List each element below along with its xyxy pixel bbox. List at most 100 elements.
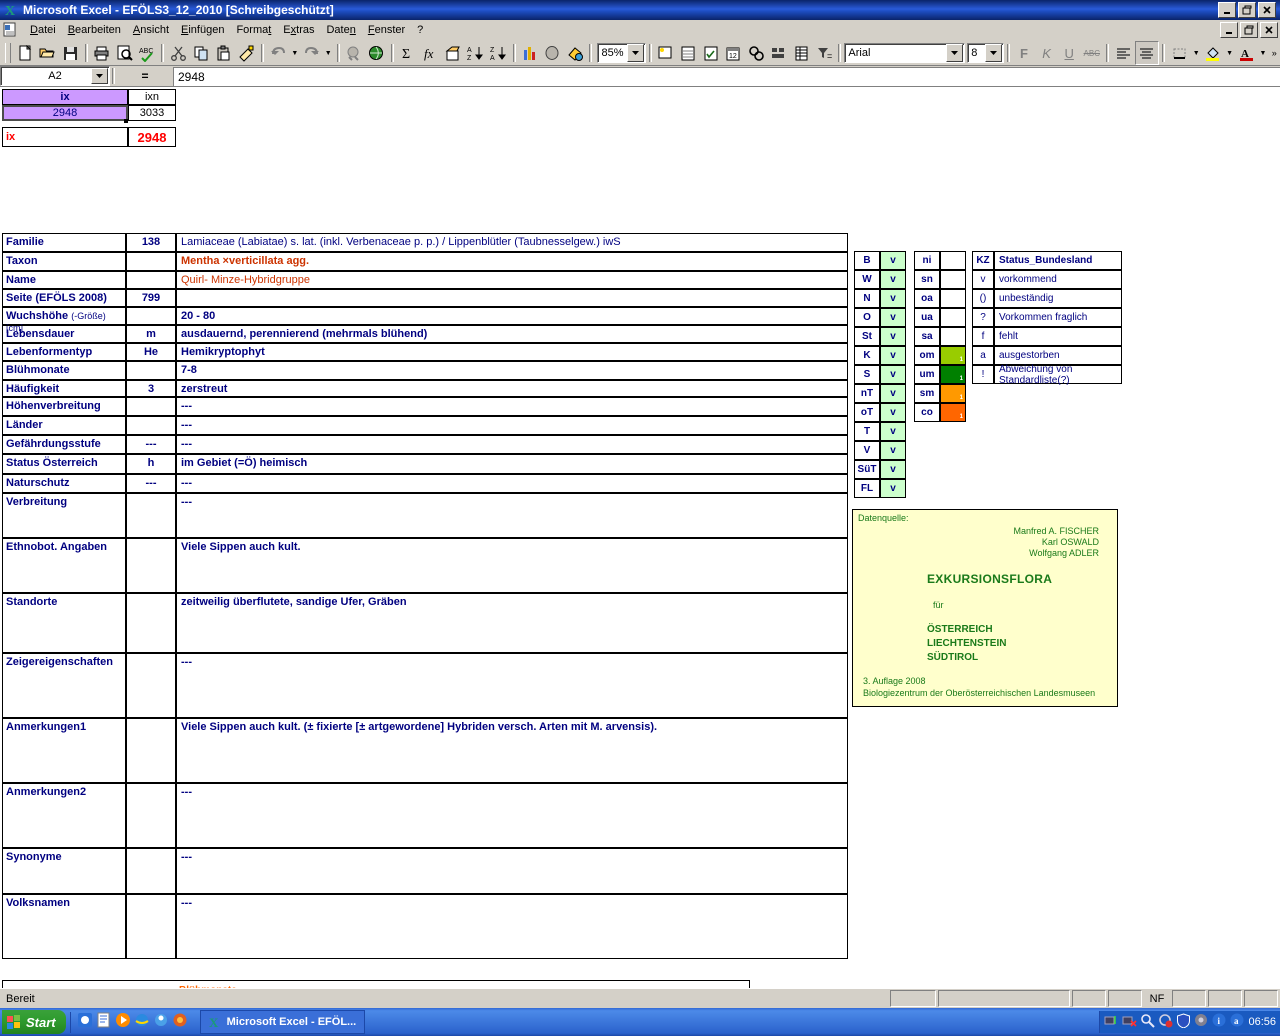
menu-item-datei[interactable]: Datei	[24, 22, 62, 38]
taskbar-task-excel[interactable]: X Microsoft Excel - EFÖL...	[199, 1010, 366, 1034]
record-value-cell[interactable]: 7-8	[176, 361, 848, 380]
hyperlink-icon[interactable]	[343, 42, 366, 64]
align-left-icon[interactable]	[1112, 42, 1135, 64]
record-value-cell[interactable]: ausdauernd, perennierend (mehrmals blühe…	[176, 325, 848, 343]
bundesland-code-cell[interactable]: St	[854, 327, 880, 346]
font-color-icon[interactable]: A	[1235, 42, 1258, 64]
update2-icon[interactable]: a	[1230, 1013, 1245, 1031]
toolbar-overflow-button[interactable]: »	[1268, 42, 1280, 64]
record-label-cell[interactable]: Naturschutz	[2, 474, 126, 493]
bundesland-code-cell[interactable]: N	[854, 289, 880, 308]
region-status-cell[interactable]: 1	[940, 384, 966, 403]
record-label-cell[interactable]: Gefährdungsstufe	[2, 435, 126, 454]
region-code-cell[interactable]: ua	[914, 308, 940, 327]
underline-icon[interactable]: U	[1058, 42, 1081, 64]
record-label-cell[interactable]: Seite (EFÖLS 2008)	[2, 289, 126, 307]
record-value-cell[interactable]: Mentha ×verticillata agg.	[176, 252, 848, 271]
search-icon[interactable]	[1140, 1013, 1156, 1031]
bundesland-status-cell[interactable]: v	[880, 441, 906, 460]
record-code-cell[interactable]: ---	[126, 474, 176, 493]
messenger-icon[interactable]	[153, 1012, 169, 1033]
menu-bar[interactable]: Datei Bearbeiten Ansicht Einfügen Format…	[0, 20, 1280, 41]
notes-icon[interactable]	[96, 1012, 112, 1033]
menu-item-bearbeiten[interactable]: Bearbeiten	[62, 22, 127, 38]
record-code-cell[interactable]	[126, 718, 176, 783]
region-code-cell[interactable]: om	[914, 346, 940, 365]
record-value-cell[interactable]: ---	[176, 493, 848, 538]
menu-item-ansicht[interactable]: Ansicht	[127, 22, 175, 38]
bundesland-code-cell[interactable]: S	[854, 365, 880, 384]
record-code-cell[interactable]	[126, 653, 176, 718]
italic-icon[interactable]: K	[1035, 42, 1058, 64]
record-value-cell[interactable]: ---	[176, 894, 848, 959]
region-status-cell[interactable]	[940, 327, 966, 346]
legend-text-cell[interactable]: vorkommend	[994, 270, 1122, 289]
autosum-icon[interactable]: Σ	[397, 42, 420, 64]
drawing-icon[interactable]	[564, 42, 587, 64]
print-icon[interactable]	[91, 42, 114, 64]
close-button[interactable]	[1258, 2, 1276, 18]
bundesland-code-cell[interactable]: T	[854, 422, 880, 441]
record-value-cell[interactable]: ---	[176, 783, 848, 848]
map-icon[interactable]	[541, 42, 564, 64]
edit-formula-button[interactable]: =	[117, 67, 173, 85]
record-code-cell[interactable]: He	[126, 343, 176, 361]
media-player-icon[interactable]	[115, 1012, 131, 1033]
legend-kz-cell[interactable]: ?	[972, 308, 994, 327]
record-value-cell[interactable]: ---	[176, 397, 848, 416]
record-code-cell[interactable]: 3	[126, 380, 176, 397]
date-icon[interactable]: 12	[722, 42, 745, 64]
legend-text-cell[interactable]: fehlt	[994, 327, 1122, 346]
bundesland-code-cell[interactable]: FL	[854, 479, 880, 498]
bundesland-status-cell[interactable]: v	[880, 422, 906, 441]
record-value-cell[interactable]: ---	[176, 435, 848, 454]
formula-bar[interactable]: A2 = 2948	[0, 66, 1280, 87]
record-label-cell[interactable]: Standorte	[2, 593, 126, 653]
bundesland-code-cell[interactable]: nT	[854, 384, 880, 403]
redo-dropdown-arrow[interactable]: ▼	[323, 42, 334, 64]
bundesland-status-cell[interactable]: v	[880, 251, 906, 270]
chart-wizard-icon[interactable]	[519, 42, 542, 64]
format-painter-icon[interactable]	[235, 42, 258, 64]
autofilter-icon[interactable]: =	[813, 42, 836, 64]
undo-dropdown-arrow[interactable]: ▼	[289, 42, 300, 64]
record-value-cell[interactable]: im Gebiet (=Ö) heimisch	[176, 454, 848, 474]
record-value-cell[interactable]: zeitweilig überflutete, sandige Ufer, Gr…	[176, 593, 848, 653]
mdi-minimize-button[interactable]	[1220, 22, 1238, 38]
record-code-cell[interactable]: 799	[126, 289, 176, 307]
insert-comment-icon[interactable]	[655, 42, 678, 64]
record-label-cell[interactable]: Häufigkeit	[2, 380, 126, 397]
name-box[interactable]: A2	[0, 66, 110, 86]
legend-text-cell[interactable]: Abweichung von Standardliste(?)	[994, 364, 1122, 386]
zoom-input[interactable]: 85%	[597, 43, 646, 63]
region-code-cell[interactable]: ni	[914, 251, 940, 270]
sort-asc-icon[interactable]: AZ	[465, 42, 488, 64]
mdi-window-controls[interactable]	[1220, 22, 1278, 38]
region-code-cell[interactable]: co	[914, 403, 940, 422]
start-button[interactable]: Start	[2, 1010, 66, 1034]
region-code-cell[interactable]: sn	[914, 270, 940, 289]
cell-ix-header[interactable]: ix	[2, 89, 128, 105]
record-code-cell[interactable]	[126, 894, 176, 959]
sort-desc-icon[interactable]: ZA	[487, 42, 510, 64]
record-code-cell[interactable]	[126, 252, 176, 271]
menu-item-help[interactable]: ?	[411, 22, 429, 38]
bundesland-status-cell[interactable]: v	[880, 289, 906, 308]
region-status-cell[interactable]: 1	[940, 403, 966, 422]
info-icon[interactable]: i	[1212, 1013, 1227, 1031]
record-code-cell[interactable]	[126, 271, 176, 289]
legend-text-cell[interactable]: ausgestorben	[994, 346, 1122, 365]
record-label-cell[interactable]: Wuchshöhe (-Größe) [cm]	[2, 307, 126, 333]
record-value-cell[interactable]	[176, 289, 848, 307]
record-value-cell[interactable]: 20 - 80	[176, 307, 848, 325]
bundesland-status-cell[interactable]: v	[880, 365, 906, 384]
bundesland-code-cell[interactable]: B	[854, 251, 880, 270]
record-label-cell[interactable]: Name	[2, 271, 126, 289]
menu-item-format[interactable]: Format	[230, 22, 277, 38]
new-icon[interactable]	[14, 42, 37, 64]
internet-explorer-icon[interactable]	[134, 1012, 150, 1033]
region-status-cell[interactable]: 1	[940, 346, 966, 365]
save-icon[interactable]	[59, 42, 82, 64]
fill-color-icon[interactable]	[1202, 42, 1225, 64]
find-icon[interactable]	[745, 42, 768, 64]
